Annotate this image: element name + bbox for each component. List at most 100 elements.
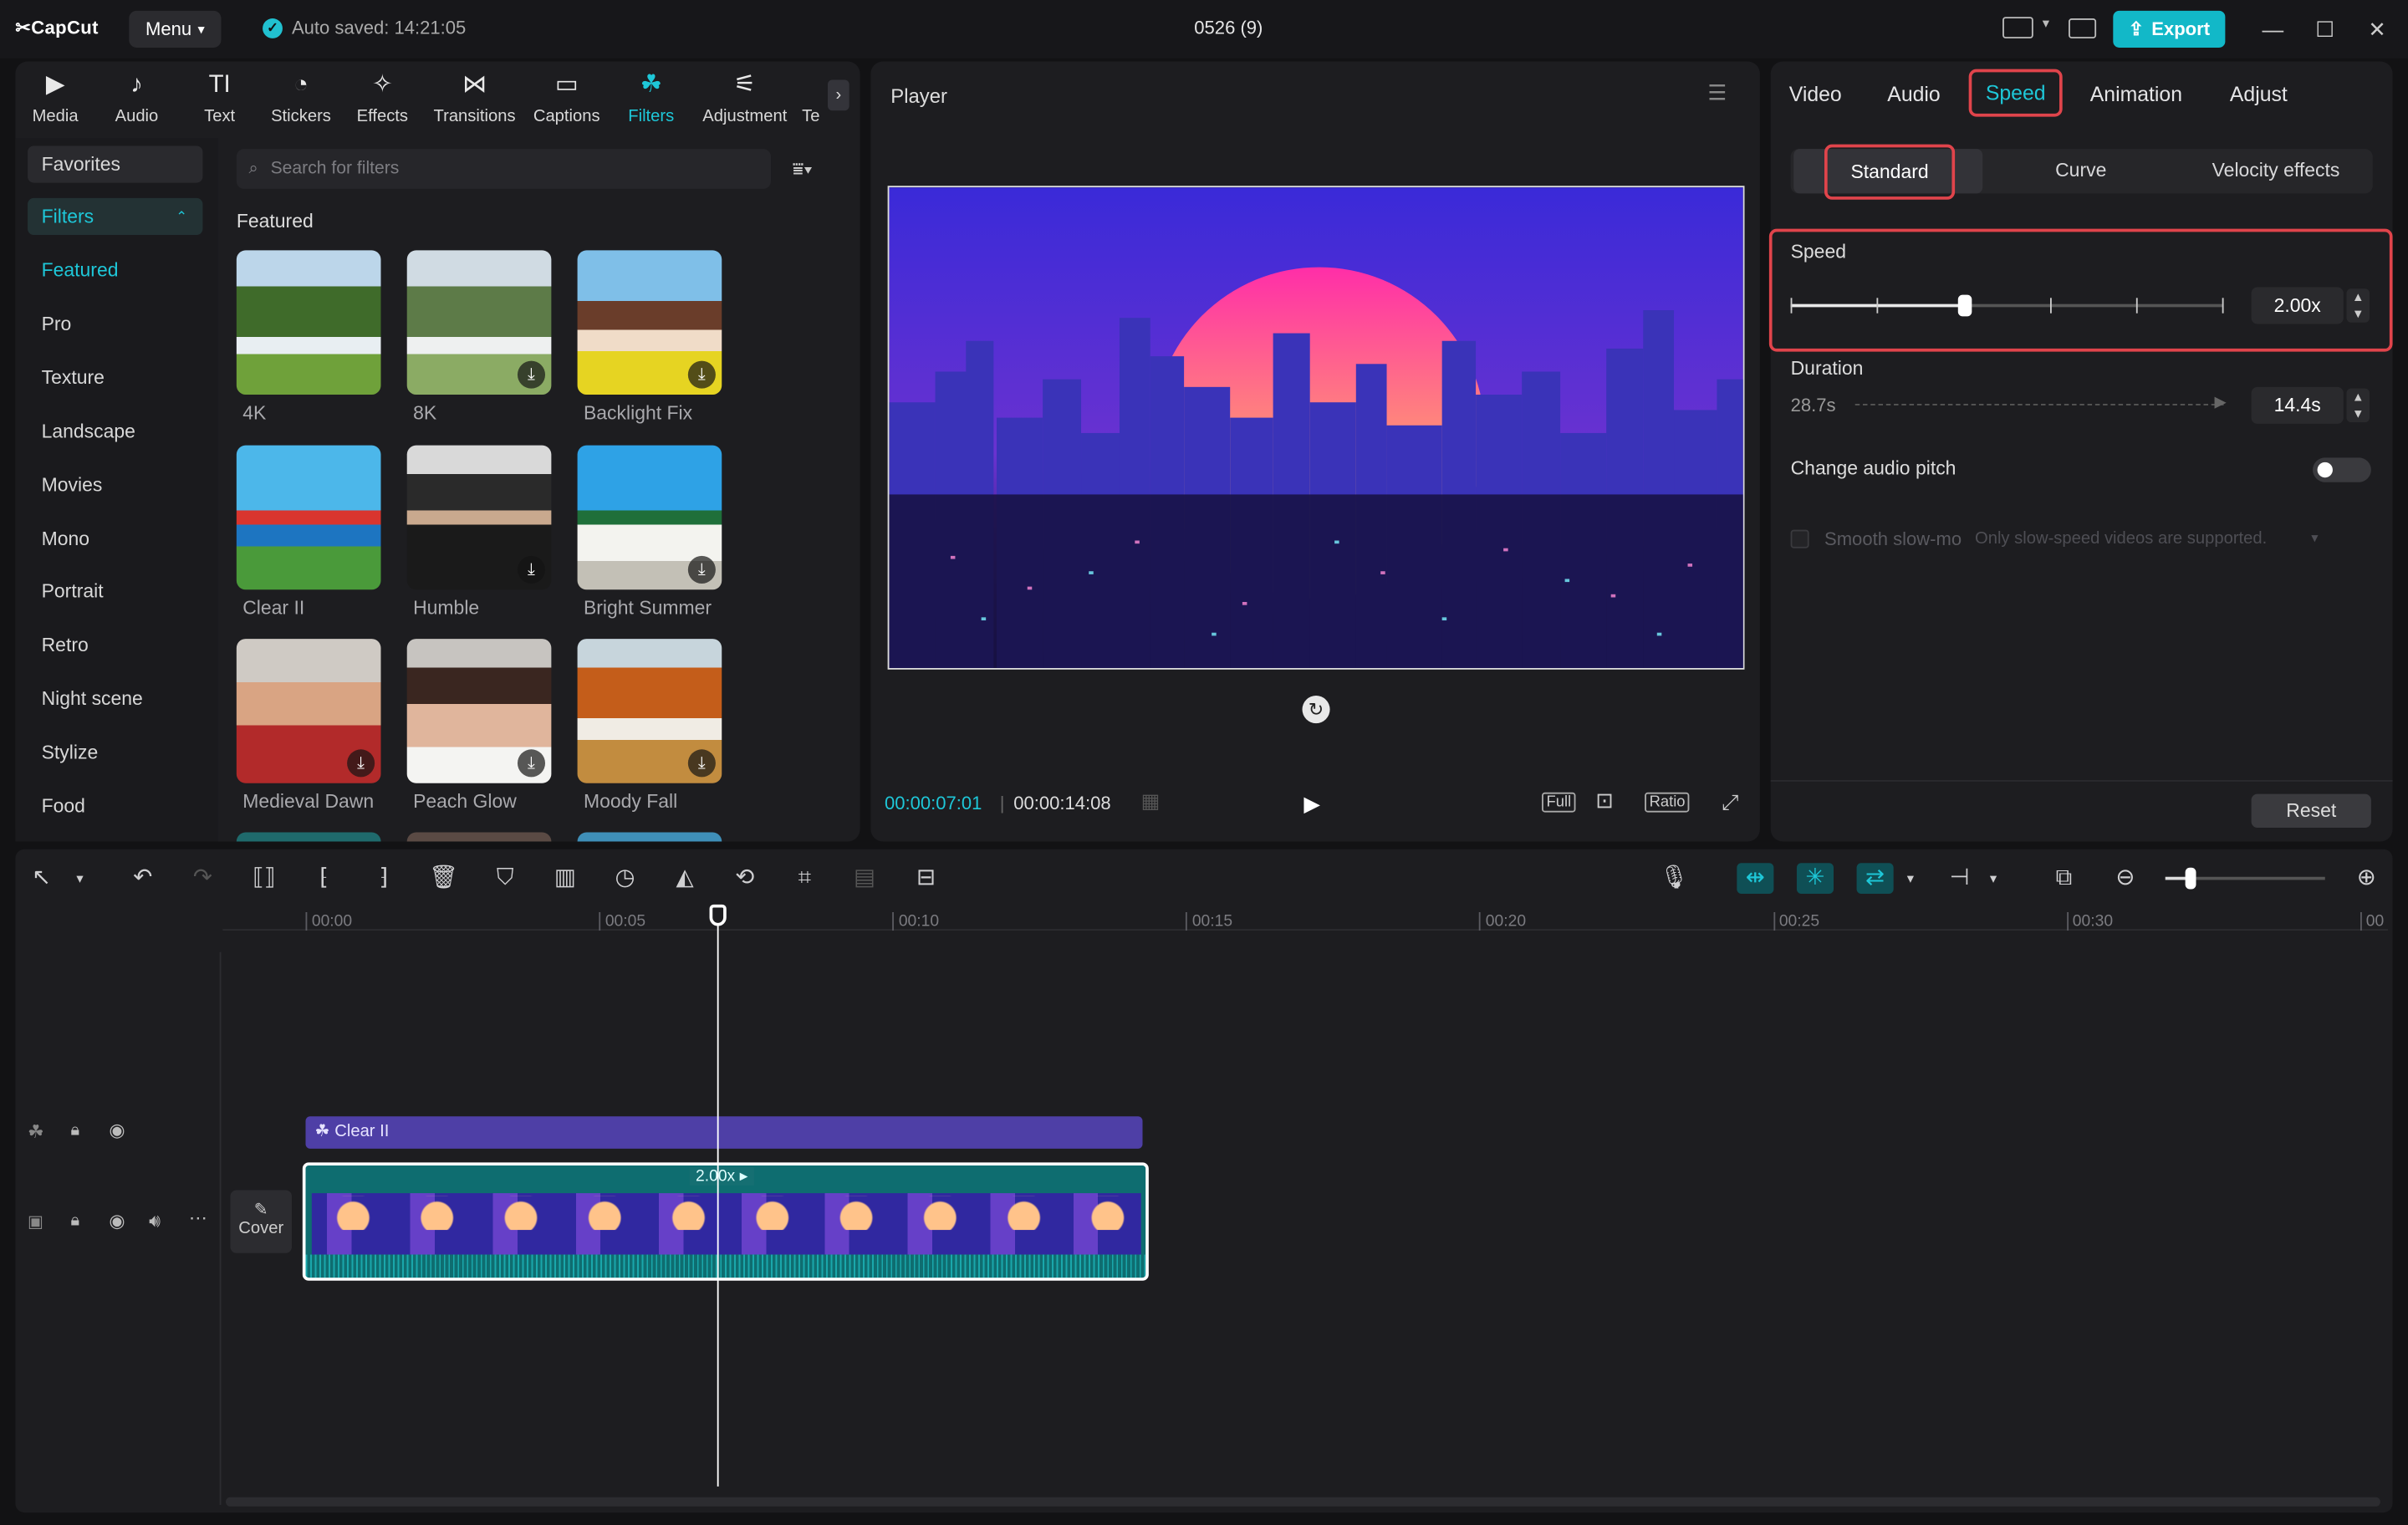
mode-curve[interactable]: Curve xyxy=(1986,149,2176,193)
split-icon[interactable]: ⟦⟧ xyxy=(249,863,280,894)
speed-value-input[interactable]: 2.00x xyxy=(2251,287,2344,324)
tool-transitions[interactable]: ⋈ Transitions xyxy=(428,70,520,125)
filter-search[interactable]: ⌕ Search for filters xyxy=(236,149,772,189)
filter-thumb-partial[interactable] xyxy=(577,832,722,842)
zoom-in-icon[interactable]: ⊕ xyxy=(2351,863,2382,894)
tab-video[interactable]: Video xyxy=(1789,83,1842,106)
filter-thumb-peach-glow[interactable]: ⤓ xyxy=(406,639,552,783)
duration-stepper-icon[interactable]: ▲ ▼ xyxy=(2346,388,2370,423)
preview-axis-icon[interactable]: ⊣ xyxy=(1944,863,1975,894)
mode-velocity-effects[interactable]: Velocity effects xyxy=(2179,149,2372,193)
tool-media[interactable]: ▶ Media xyxy=(17,70,94,125)
player-menu-icon[interactable]: ☰ xyxy=(1707,80,1727,106)
menu-button[interactable]: Menu ▾ xyxy=(129,10,222,48)
full-button[interactable]: Full xyxy=(1542,792,1576,813)
sidebar-item-stylize[interactable]: Stylize xyxy=(28,734,202,771)
filter-thumb-clear-ii[interactable] xyxy=(236,444,381,589)
sidebar-item-food[interactable]: Food xyxy=(28,788,202,824)
playhead-handle[interactable] xyxy=(709,904,727,926)
shortcuts-icon[interactable] xyxy=(2069,18,2097,38)
zoom-fit-icon[interactable]: ⊡ xyxy=(1595,788,1614,814)
filter-thumb-4k[interactable] xyxy=(236,250,381,395)
tool-filters[interactable]: ☘ Filters xyxy=(613,70,690,125)
sidebar-item-texture[interactable]: Texture xyxy=(28,359,202,395)
fullscreen-icon[interactable]: ⤢ xyxy=(1722,789,1739,815)
undo-icon[interactable]: ↶ xyxy=(127,863,158,894)
ratio-button[interactable]: Ratio xyxy=(1645,792,1691,813)
sidebar-item-pro[interactable]: Pro xyxy=(28,305,202,342)
link-icon[interactable]: ⇄ xyxy=(1856,863,1894,894)
zoom-out-icon[interactable]: ⊖ xyxy=(2110,863,2141,894)
export-button[interactable]: ⇪ Export xyxy=(2113,10,2226,48)
filter-thumb-partial[interactable] xyxy=(406,832,552,842)
download-icon[interactable]: ⤓ xyxy=(517,554,546,584)
download-icon[interactable]: ⤓ xyxy=(687,554,716,584)
sidebar-item-retro[interactable]: Retro xyxy=(28,627,202,664)
tool-stickers[interactable]: ◔ Stickers xyxy=(263,70,339,125)
layout-icon[interactable] xyxy=(2002,17,2033,38)
tool-template[interactable]: Te xyxy=(800,70,822,126)
lock-icon[interactable]: 🔒︎ xyxy=(70,1121,79,1141)
tool-captions[interactable]: ▭ Captions xyxy=(528,70,605,125)
freeze-icon[interactable]: ▥ xyxy=(550,863,581,894)
cover-button[interactable]: ✎ Cover xyxy=(230,1190,292,1253)
crop-icon[interactable]: ⌗ xyxy=(789,863,820,894)
sidebar-item-featured[interactable]: Featured xyxy=(28,252,202,288)
tool-adjustment[interactable]: ⚟ Adjustment xyxy=(697,70,793,125)
reset-button[interactable]: Reset xyxy=(2251,793,2371,828)
duration-value-input[interactable]: 14.4s xyxy=(2251,386,2344,424)
filter-sort-icon[interactable]: ⩸▾ xyxy=(793,158,813,181)
tool-text[interactable]: TI Text xyxy=(181,70,258,125)
split-left-icon[interactable]: ⁅ xyxy=(309,863,339,894)
tab-adjust[interactable]: Adjust xyxy=(2230,83,2288,106)
minimize-icon[interactable]: — xyxy=(2261,17,2285,41)
tool-audio[interactable]: ♪ Audio xyxy=(99,70,176,125)
playhead[interactable] xyxy=(717,918,719,1487)
filter-thumb-8k[interactable]: ⤓ xyxy=(406,250,552,395)
snap-icon[interactable]: ✳ xyxy=(1796,863,1834,894)
rotate-icon[interactable]: ↻ xyxy=(1302,696,1330,724)
delete-icon[interactable]: 🗑 xyxy=(428,863,459,894)
smooth-checkbox[interactable] xyxy=(1790,529,1809,548)
chevron-down-icon[interactable]: ▾ xyxy=(64,863,95,894)
auto-caption-icon[interactable]: ▤ xyxy=(849,863,880,894)
close-icon[interactable]: ✕ xyxy=(2365,17,2390,41)
eye-icon[interactable]: ◉ xyxy=(109,1120,125,1141)
redo-icon[interactable]: ↷ xyxy=(187,863,218,894)
tool-effects[interactable]: ✧ Effects xyxy=(344,70,421,125)
tab-animation[interactable]: Animation xyxy=(2090,83,2182,106)
sidebar-item-movies[interactable]: Movies xyxy=(28,467,202,503)
toolbar-scroll-right[interactable]: › xyxy=(827,79,849,111)
download-icon[interactable]: ⤓ xyxy=(517,749,546,778)
chevron-down-icon[interactable]: ▾ xyxy=(2043,15,2049,32)
filter-thumb-partial[interactable] xyxy=(236,832,381,842)
speed-slider-handle[interactable] xyxy=(1957,294,1972,317)
lock-icon[interactable]: 🔒︎ xyxy=(70,1211,79,1232)
chevron-down-icon[interactable]: ▾ xyxy=(1895,863,1926,894)
sidebar-favorites[interactable]: Favorites xyxy=(28,145,203,183)
preview-thumbnail-icon[interactable]: ⧉ xyxy=(2048,863,2079,894)
link-main-track-icon[interactable]: ⇹ xyxy=(1737,863,1774,894)
tab-speed[interactable]: Speed xyxy=(1968,69,2063,117)
speed-slider[interactable] xyxy=(1790,294,2224,317)
timeline-scrollbar[interactable] xyxy=(225,1497,2380,1507)
filter-clip[interactable]: ☘ Clear II xyxy=(305,1116,1143,1149)
filter-thumb-medieval-dawn[interactable]: ⤓ xyxy=(236,639,381,783)
speaker-icon[interactable]: 🔊︎ xyxy=(149,1210,161,1233)
download-icon[interactable]: ⤓ xyxy=(687,360,716,389)
mirror-icon[interactable]: ◭ xyxy=(670,863,701,894)
more-icon[interactable]: ⋯ xyxy=(189,1207,207,1229)
maximize-icon[interactable]: ☐ xyxy=(2313,17,2337,41)
speed-icon[interactable]: ◷ xyxy=(610,863,640,894)
filter-thumb-backlight-fix[interactable]: ⤓ xyxy=(577,250,722,395)
filter-thumb-humble[interactable]: ⤓ xyxy=(406,444,552,589)
filter-thumb-moody-fall[interactable]: ⤓ xyxy=(577,639,722,783)
eye-icon[interactable]: ◉ xyxy=(109,1210,125,1232)
sidebar-item-landscape[interactable]: Landscape xyxy=(28,412,202,449)
sidebar-item-mono[interactable]: Mono xyxy=(28,520,202,557)
play-button[interactable]: ▶ xyxy=(1303,791,1320,817)
zoom-slider[interactable] xyxy=(2165,867,2325,890)
mode-standard-label[interactable]: Standard xyxy=(1824,144,1956,200)
chevron-down-icon[interactable]: ▾ xyxy=(1978,863,2009,894)
split-right-icon[interactable]: ⁆ xyxy=(369,863,400,894)
